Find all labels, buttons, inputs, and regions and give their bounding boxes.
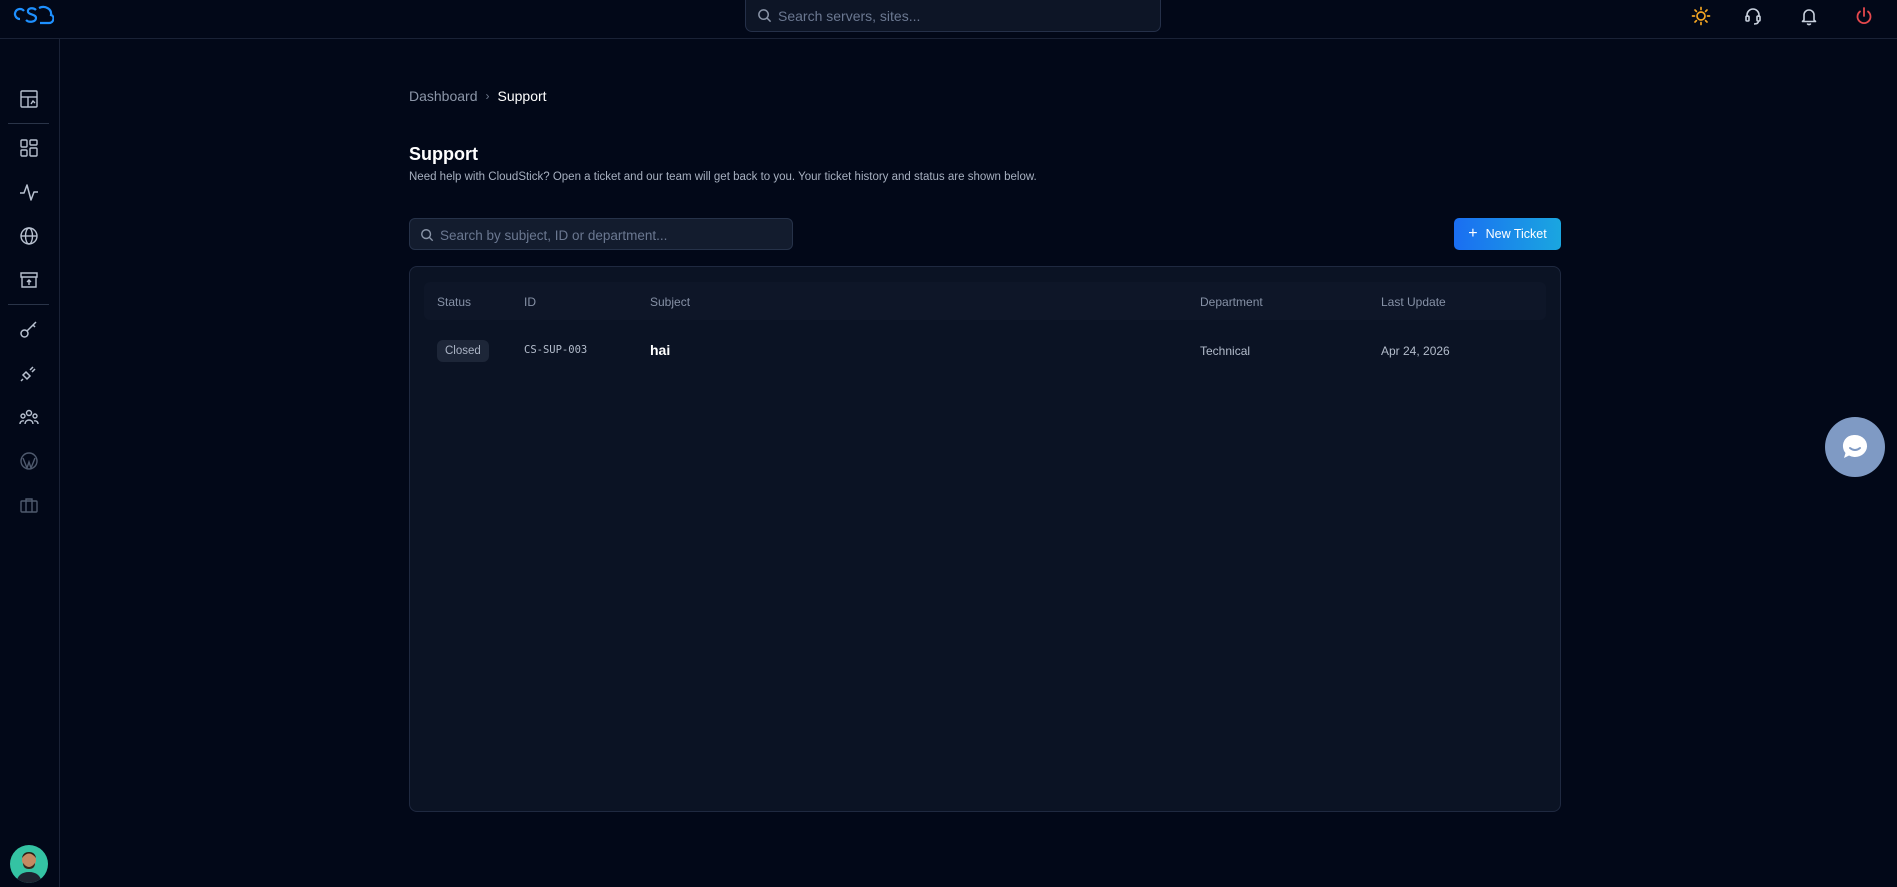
ticket-last-update: Apr 24, 2026	[1381, 344, 1450, 358]
chat-widget-button[interactable]	[1825, 417, 1885, 477]
table-row[interactable]: Closed CS-SUP-003 hai Technical Apr 24, …	[424, 333, 1546, 369]
wordpress-icon[interactable]	[17, 449, 41, 473]
bell-icon[interactable]	[1798, 5, 1820, 27]
key-icon[interactable]	[17, 317, 41, 341]
table-header: Status ID Subject Department Last Update	[424, 282, 1546, 320]
store-icon[interactable]	[17, 268, 41, 292]
breadcrumb-current: Support	[497, 88, 547, 104]
header-subject[interactable]: Subject	[650, 295, 690, 309]
globe-icon[interactable]	[17, 224, 41, 248]
plus-icon: +	[1468, 225, 1478, 242]
team-icon[interactable]	[17, 405, 41, 429]
header-status[interactable]: Status	[437, 295, 471, 309]
new-ticket-button[interactable]: + New Ticket	[1454, 218, 1561, 250]
ticket-search-input[interactable]	[438, 222, 782, 248]
search-icon	[758, 9, 772, 23]
cloudstick-logo[interactable]	[12, 4, 54, 26]
header-id[interactable]: ID	[524, 295, 536, 309]
ticket-id: CS-SUP-003	[524, 344, 588, 356]
ticket-department: Technical	[1200, 344, 1251, 358]
power-icon[interactable]	[1853, 5, 1875, 27]
chat-icon	[1842, 434, 1868, 458]
breadcrumb-dashboard-link[interactable]: Dashboard	[409, 88, 478, 104]
search-icon	[421, 229, 434, 242]
plug-icon[interactable]	[17, 361, 41, 385]
global-search[interactable]	[745, 0, 1161, 32]
sidebar	[0, 39, 60, 887]
briefcase-icon[interactable]	[17, 493, 41, 517]
headset-icon[interactable]	[1742, 5, 1764, 27]
tickets-table: Status ID Subject Department Last Update…	[409, 266, 1561, 812]
status-badge: Closed	[437, 340, 489, 362]
page-description: Need help with CloudStick? Open a ticket…	[409, 171, 1037, 183]
breadcrumb: Dashboard › Support	[409, 88, 547, 104]
dashboard-icon[interactable]	[17, 87, 41, 111]
top-bar	[0, 0, 1897, 39]
ticket-subject[interactable]: hai	[650, 342, 670, 358]
new-ticket-label: New Ticket	[1485, 227, 1547, 241]
chevron-right-icon: ›	[485, 89, 490, 103]
apps-grid-icon[interactable]	[17, 136, 41, 160]
activity-icon[interactable]	[17, 180, 41, 204]
ticket-search[interactable]	[409, 218, 793, 250]
header-last-update[interactable]: Last Update	[1381, 295, 1446, 309]
global-search-input[interactable]	[776, 2, 1150, 30]
header-department[interactable]: Department	[1200, 295, 1263, 309]
page-title: Support	[409, 144, 478, 164]
sun-icon[interactable]	[1690, 5, 1712, 27]
avatar[interactable]	[10, 845, 48, 883]
